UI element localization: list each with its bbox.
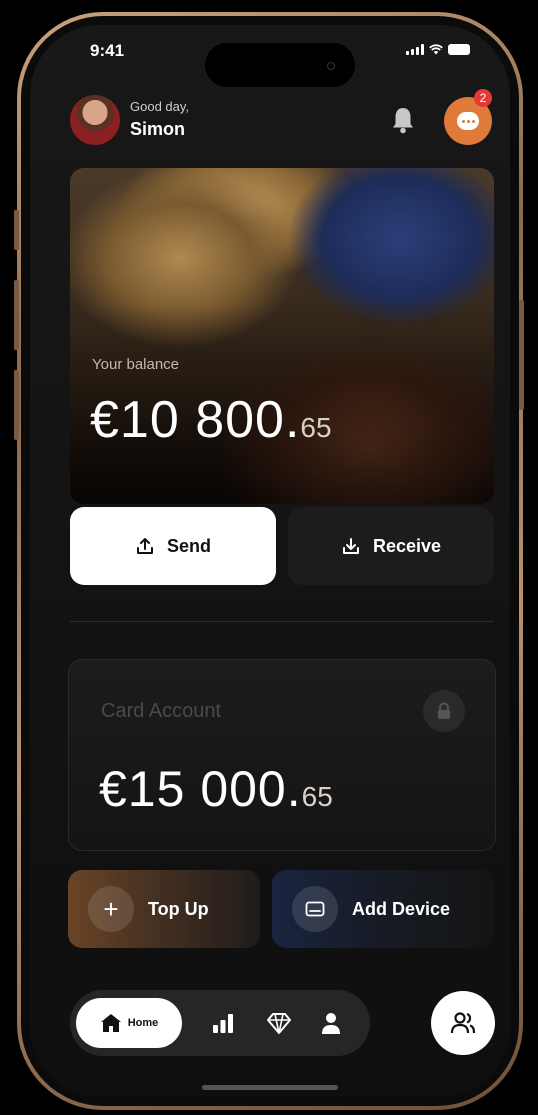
balance-amount: €10 800.65 xyxy=(90,390,332,450)
status-time: 9:41 xyxy=(90,41,125,60)
upload-icon xyxy=(136,538,153,554)
divider xyxy=(70,621,494,622)
balance-amount-main: €10 800. xyxy=(90,391,301,449)
wifi-icon xyxy=(429,44,443,55)
card-account-label: Card Account xyxy=(101,700,222,722)
lock-icon xyxy=(438,702,450,719)
home-icon xyxy=(100,1014,121,1032)
contacts-icon xyxy=(450,1012,476,1034)
send-button[interactable]: Send xyxy=(70,507,276,585)
card-account-card[interactable]: Card Account €15 000.65 xyxy=(68,659,496,851)
top-up-button[interactable]: + Top Up xyxy=(68,870,260,948)
tab-home-label: Home xyxy=(127,1017,159,1029)
volume-down-button xyxy=(14,370,19,440)
receive-label: Receive xyxy=(372,535,442,556)
tab-bar: Home xyxy=(70,990,370,1056)
card-amount-main: €15 000. xyxy=(99,761,302,817)
status-icons xyxy=(406,44,470,55)
volume-up-button xyxy=(14,280,19,350)
app-screen: 9:41 Good day, Simon 2 Your balance €10 … xyxy=(30,25,510,1097)
card-account-amount: €15 000.65 xyxy=(99,760,333,818)
top-up-label: Top Up xyxy=(148,898,209,919)
notification-badge: 2 xyxy=(474,89,492,107)
receive-button[interactable]: Receive xyxy=(288,507,494,585)
silent-switch xyxy=(14,210,19,250)
send-label: Send xyxy=(166,535,211,556)
balance-card: Your balance €10 800.65 xyxy=(70,168,494,504)
download-icon xyxy=(342,538,359,554)
contacts-button[interactable] xyxy=(431,991,495,1055)
tab-home[interactable]: Home xyxy=(76,998,182,1048)
lock-button[interactable] xyxy=(423,690,465,732)
dynamic-island xyxy=(205,43,355,87)
profile-icon[interactable] xyxy=(318,1010,344,1036)
home-indicator xyxy=(202,1085,338,1090)
bell-icon[interactable] xyxy=(390,105,416,135)
stats-icon[interactable] xyxy=(210,1010,236,1036)
add-device-label: Add Device xyxy=(352,898,451,919)
greeting-text: Good day, xyxy=(130,99,190,114)
diamond-icon[interactable] xyxy=(266,1010,292,1036)
card-amount-cents: 65 xyxy=(301,781,333,812)
battery-icon xyxy=(448,44,470,55)
user-name: Simon xyxy=(130,119,186,139)
chat-icon xyxy=(457,112,479,130)
avatar[interactable] xyxy=(70,95,120,145)
balance-amount-cents: 65 xyxy=(300,412,332,443)
add-device-button[interactable]: Add Device xyxy=(272,870,494,948)
card-icon xyxy=(292,886,338,932)
power-button xyxy=(519,300,524,410)
plus-icon: + xyxy=(88,886,134,932)
signal-icon xyxy=(406,44,424,55)
balance-label: Your balance xyxy=(92,356,180,373)
